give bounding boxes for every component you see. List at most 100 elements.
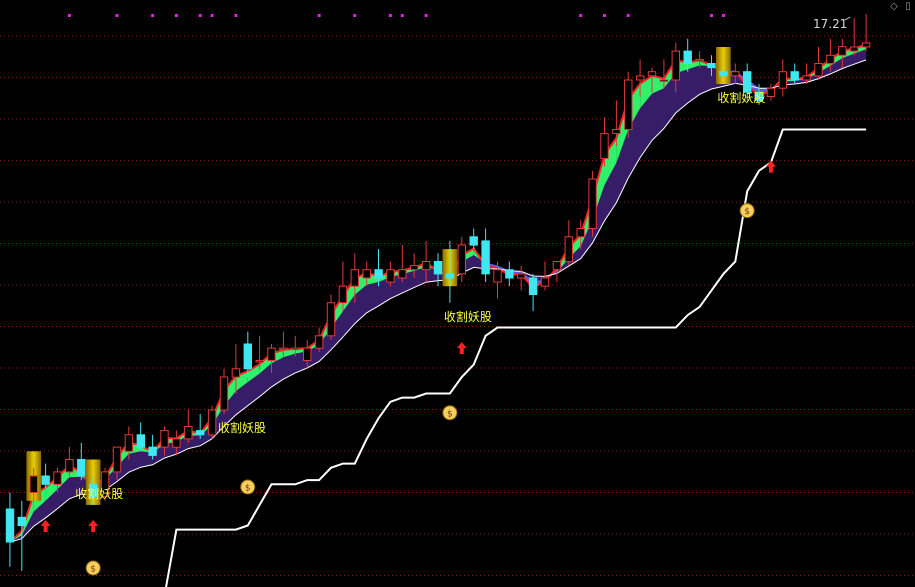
money-bag-glyph: $	[744, 207, 750, 217]
candle-up	[636, 75, 645, 81]
candle-down	[707, 63, 716, 69]
candle-down	[41, 475, 50, 485]
signal-label: 收割妖股	[75, 486, 123, 501]
candlestick-chart: 收割妖股收割妖股收割妖股收割妖股$$$$ 17.21	[0, 0, 915, 587]
magenta-dot	[174, 14, 178, 17]
candle-up	[457, 244, 467, 275]
magenta-dot	[721, 14, 725, 17]
candle-down	[743, 71, 752, 93]
candle-up	[517, 273, 526, 279]
signal-label: 收割妖股	[717, 90, 765, 105]
candle-up	[350, 269, 360, 287]
candle-up	[671, 50, 680, 81]
candle-up	[612, 129, 621, 135]
candle-up	[731, 71, 740, 77]
candle-down	[77, 459, 86, 477]
candle-up	[624, 79, 633, 130]
candle-up	[802, 75, 811, 81]
candle-up	[184, 426, 193, 440]
candle-up	[207, 409, 217, 436]
candle-up	[255, 360, 264, 363]
magenta-dot	[210, 14, 214, 17]
candle-up	[766, 87, 776, 98]
candle-up	[362, 269, 371, 279]
signal-label: 收割妖股	[444, 309, 492, 324]
candle-down	[433, 261, 443, 275]
candle-up	[398, 269, 407, 279]
magenta-dot	[115, 14, 119, 17]
candle-down	[136, 434, 146, 448]
candle-up	[588, 178, 597, 229]
candle-down	[243, 343, 253, 370]
candle-up	[421, 261, 431, 271]
candle-up	[778, 71, 787, 89]
magenta-dot	[234, 14, 238, 17]
candle-up	[695, 58, 704, 62]
money-bag-glyph: $	[245, 484, 251, 494]
candle-down	[469, 236, 478, 246]
money-bag-glyph: $	[90, 565, 96, 575]
candle-up	[540, 277, 550, 287]
candle-up	[53, 471, 62, 485]
candle-up	[303, 347, 312, 362]
magenta-dot	[603, 14, 606, 17]
candle-up	[814, 63, 823, 77]
candle-up	[279, 347, 288, 351]
magenta-dot	[710, 14, 713, 17]
money-bag-glyph: $	[447, 409, 453, 419]
candle-up	[838, 46, 847, 56]
candle-down	[5, 508, 15, 543]
candle-up	[219, 376, 229, 411]
candle-up	[338, 285, 348, 304]
last-price-label: 17.21	[813, 17, 847, 31]
diamond-icon[interactable]: ◇	[889, 2, 899, 12]
candle-up	[564, 236, 573, 263]
candle-up	[647, 71, 657, 77]
magenta-dot	[424, 14, 428, 17]
candle-down	[528, 277, 538, 295]
candle-up	[861, 42, 871, 48]
candle-down	[719, 71, 728, 77]
signal-label: 收割妖股	[218, 420, 266, 435]
candle-up	[576, 228, 585, 238]
candle-up	[112, 446, 122, 473]
candle-up	[659, 79, 669, 82]
candle-down	[790, 71, 799, 81]
magenta-dot	[626, 14, 630, 17]
candle-down	[481, 240, 490, 275]
candle-up	[231, 368, 241, 378]
candle-up	[410, 265, 419, 271]
candle-up	[600, 133, 609, 159]
magenta-dot	[353, 14, 357, 17]
magenta-dot	[579, 14, 583, 17]
magenta-dot	[400, 14, 404, 17]
candle-up	[160, 430, 169, 448]
candle-up	[291, 347, 300, 351]
magenta-dot	[317, 14, 321, 17]
chart-background	[0, 0, 915, 587]
candle-up	[65, 459, 74, 473]
candle-up	[29, 475, 38, 493]
candle-down	[17, 516, 27, 527]
magenta-dot	[151, 14, 155, 17]
candle-down	[505, 269, 514, 279]
magenta-dot	[388, 14, 392, 17]
candle-up	[826, 54, 835, 64]
candle-up	[124, 434, 134, 452]
candle-down	[148, 446, 157, 456]
candle-up	[172, 438, 181, 448]
magenta-dot	[198, 14, 202, 17]
candle-down	[445, 273, 455, 279]
candle-up	[326, 302, 336, 337]
candle-down	[196, 430, 205, 436]
candle-down	[683, 50, 692, 64]
candle-up	[850, 46, 859, 52]
candle-up	[493, 269, 502, 283]
candle-up	[267, 347, 276, 362]
candle-down	[374, 269, 383, 279]
candle-up	[314, 335, 324, 349]
candle-up	[386, 269, 395, 283]
magenta-dot	[67, 14, 71, 17]
candle-up	[552, 261, 562, 271]
expand-icon[interactable]: ▯	[903, 2, 913, 12]
